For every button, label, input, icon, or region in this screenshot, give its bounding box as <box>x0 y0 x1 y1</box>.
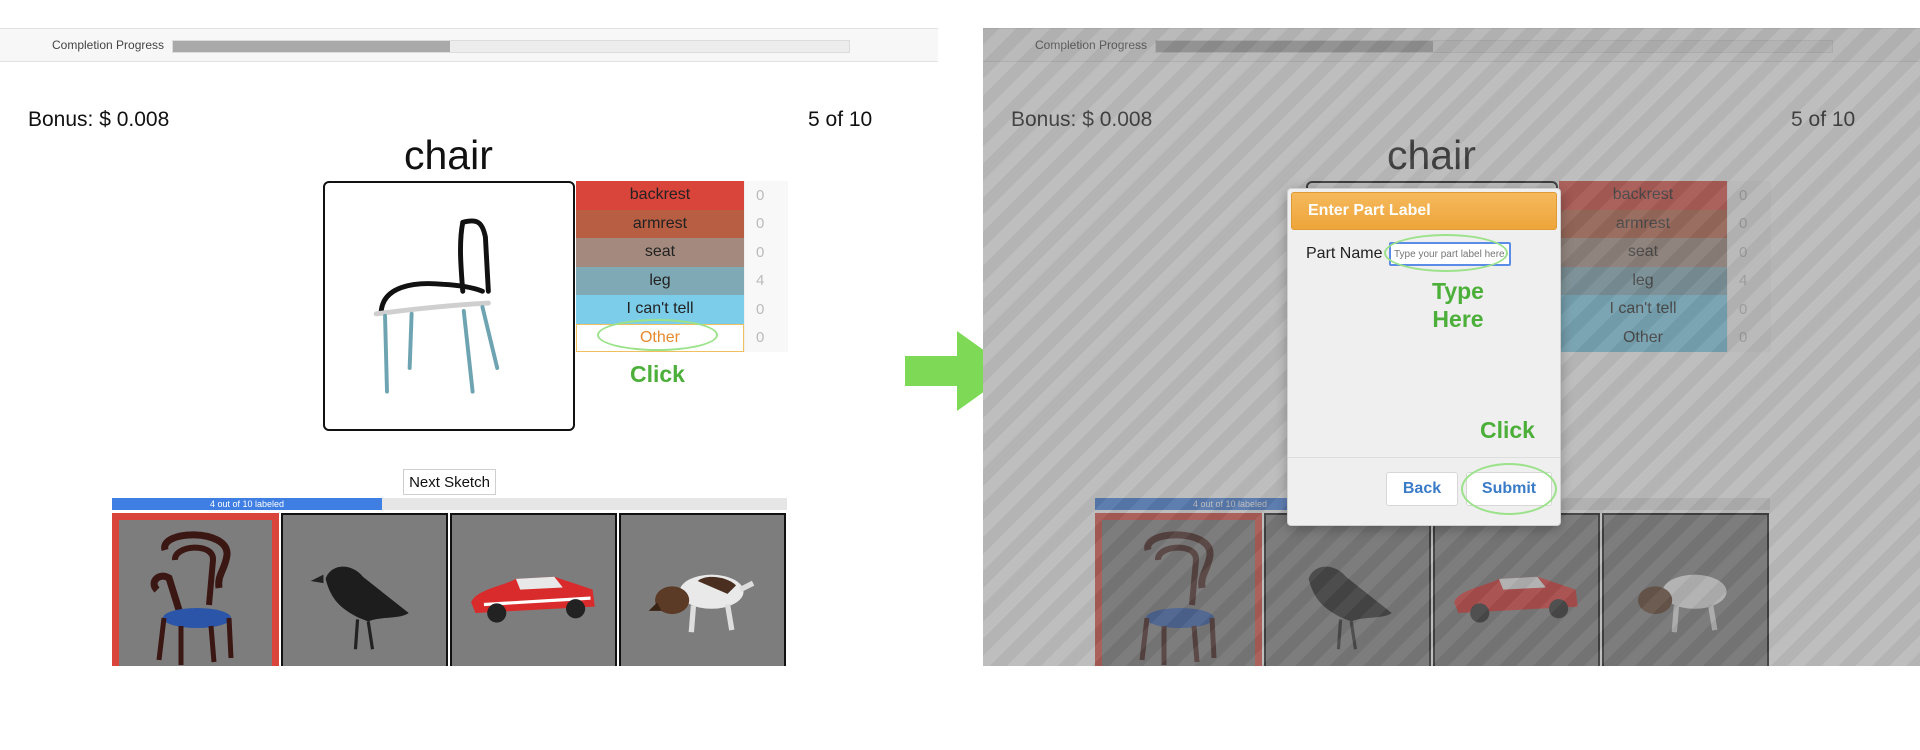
gallery-progress-bar: 4 out of 10 labeled <box>112 498 787 510</box>
thumbnail-dog[interactable] <box>619 513 786 666</box>
sketch-counter: 5 of 10 <box>808 108 873 131</box>
label-count: 0 <box>744 181 788 210</box>
label-row-cant-tell[interactable]: I can't tell 0 <box>576 295 788 324</box>
highlight-other-ellipse <box>597 319 718 351</box>
dialog-title: Enter Part Label <box>1291 192 1557 230</box>
labeling-screen-dialog: Completion Progress Bonus: $ 0.008 5 of … <box>983 28 1920 666</box>
label-button-seat[interactable]: seat <box>576 238 744 267</box>
label-button-armrest[interactable]: armrest <box>576 209 744 238</box>
click-hint-submit: Click <box>1480 417 1535 443</box>
part-name-label: Part Name <box>1306 245 1383 262</box>
label-count: 0 <box>744 209 788 238</box>
label-count: 0 <box>744 295 788 324</box>
label-row-armrest[interactable]: armrest 0 <box>576 209 788 238</box>
label-count: 0 <box>744 323 788 352</box>
label-count: 4 <box>744 266 788 295</box>
dialog-divider <box>1288 457 1560 458</box>
label-row-leg[interactable]: leg 4 <box>576 266 788 295</box>
completion-progress-bar <box>172 40 850 53</box>
car-model-icon <box>471 576 595 623</box>
thumbnail-chair[interactable] <box>112 513 279 666</box>
completion-progress-fill <box>173 41 451 52</box>
next-sketch-button[interactable]: Next Sketch <box>403 469 496 495</box>
type-hint-line2: Here <box>1432 306 1484 332</box>
completion-progress-label: Completion Progress <box>52 38 165 52</box>
sketch-canvas[interactable] <box>323 181 575 431</box>
completion-progress: Completion Progress <box>0 28 938 62</box>
highlight-submit-ellipse <box>1461 463 1557 515</box>
label-count: 0 <box>744 238 788 267</box>
model-thumbnails <box>112 513 788 666</box>
gallery-progress-fill: 4 out of 10 labeled <box>112 498 382 510</box>
crow-model-icon <box>310 566 409 650</box>
type-here-hint: Type Here <box>1428 277 1488 333</box>
highlight-input-ellipse <box>1384 234 1508 272</box>
part-label-dialog: Enter Part Label Part Name Type Here Cli… <box>1287 188 1561 526</box>
labeling-screen-before: Completion Progress Bonus: $ 0.008 5 of … <box>0 28 938 666</box>
back-button[interactable]: Back <box>1386 472 1458 506</box>
label-row-backrest[interactable]: backrest 0 <box>576 181 788 210</box>
chair-model-icon <box>150 531 234 665</box>
label-button-leg[interactable]: leg <box>576 266 744 295</box>
thumbnail-crow[interactable] <box>281 513 448 666</box>
chair-sketch <box>373 218 500 394</box>
click-hint-other: Click <box>630 361 685 387</box>
thumbnail-car[interactable] <box>450 513 617 666</box>
label-row-seat[interactable]: seat 0 <box>576 238 788 267</box>
category-title: chair <box>404 132 493 178</box>
bonus-text: Bonus: $ 0.008 <box>28 108 170 131</box>
dog-model-icon <box>648 574 755 633</box>
label-button-backrest[interactable]: backrest <box>576 181 744 210</box>
type-hint-line1: Type <box>1432 278 1484 304</box>
